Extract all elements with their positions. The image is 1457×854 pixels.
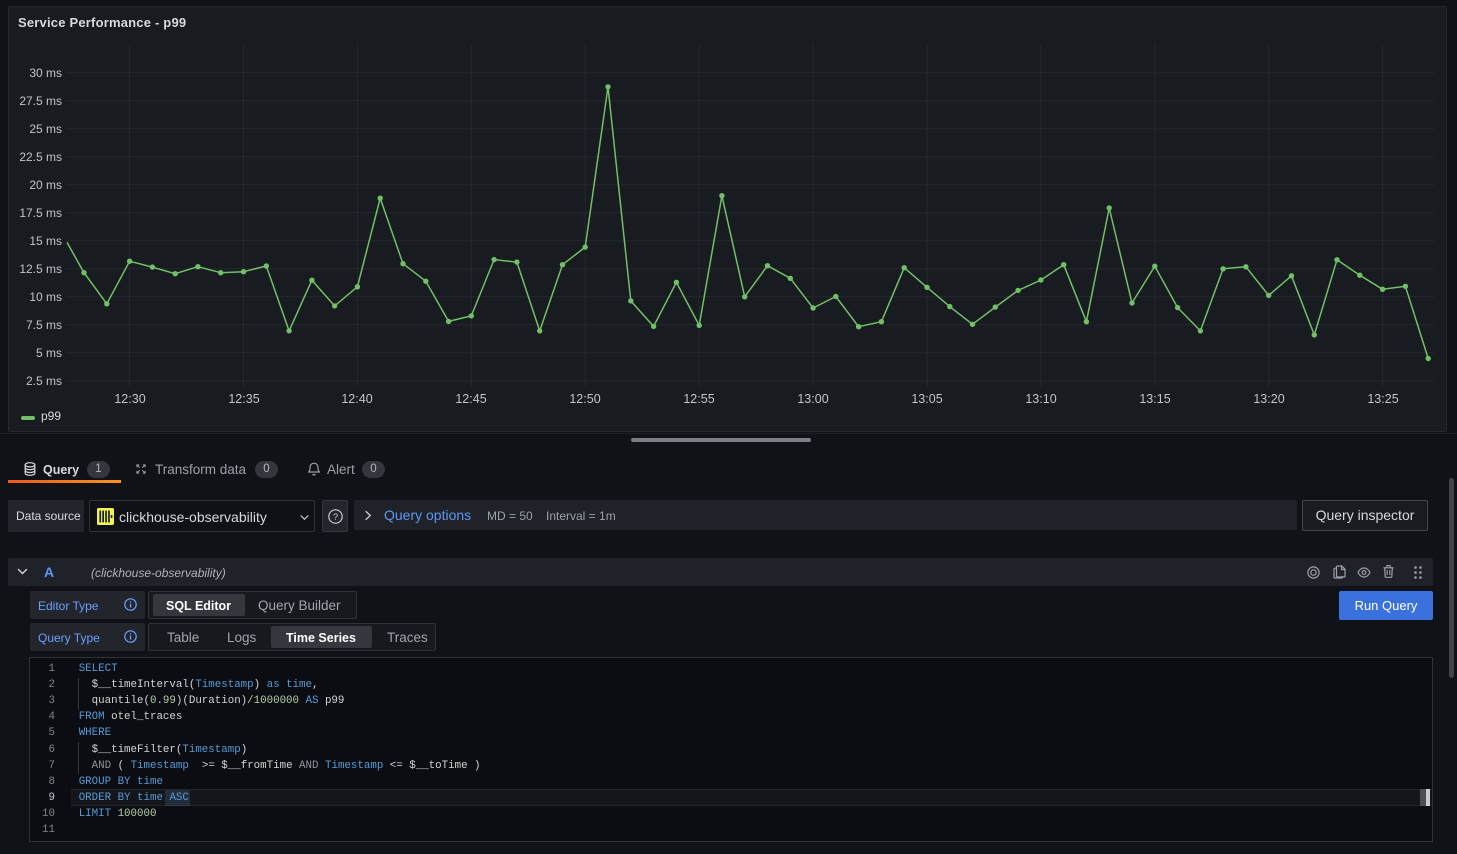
- svg-text:?: ?: [333, 512, 338, 523]
